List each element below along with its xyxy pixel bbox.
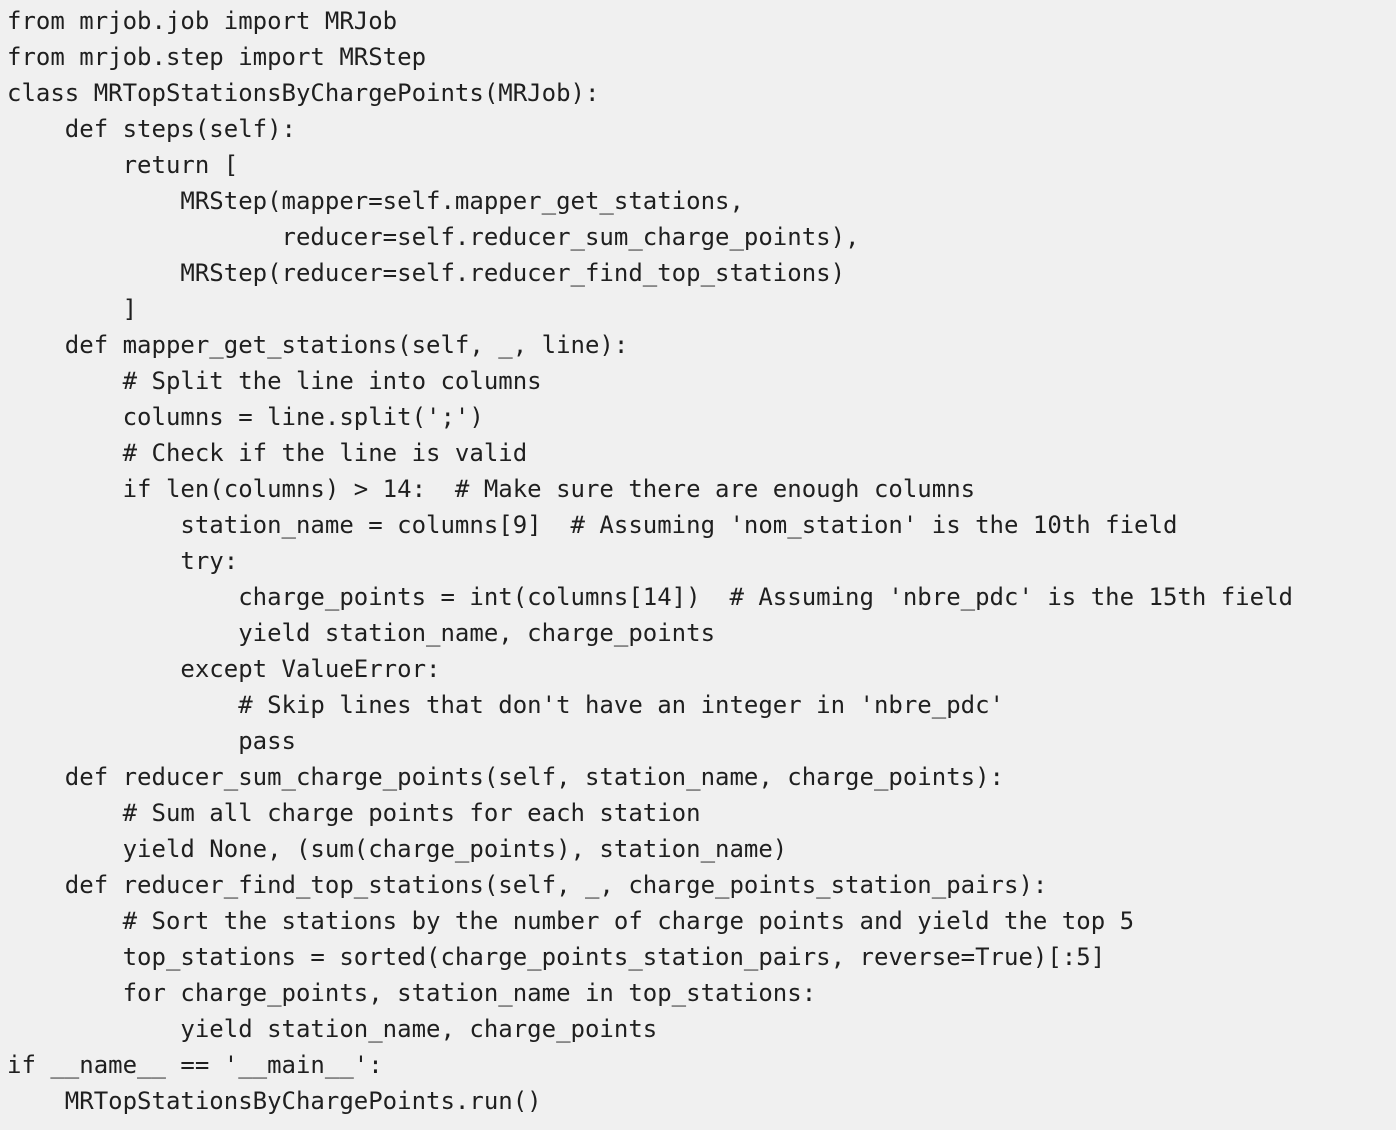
code-line: def reducer_find_top_stations(self, _, c… [7, 871, 1048, 899]
code-line: # Sum all charge points for each station [7, 799, 701, 827]
code-line: # Check if the line is valid [7, 439, 528, 467]
code-line: def reducer_sum_charge_points(self, stat… [7, 763, 1004, 791]
code-line: # Sort the stations by the number of cha… [7, 907, 1135, 935]
code-line: from mrjob.job import MRJob [7, 7, 398, 35]
code-line: def steps(self): [7, 115, 296, 143]
code-line: columns = line.split(';') [7, 403, 484, 431]
code-line: if len(columns) > 14: # Make sure there … [7, 475, 976, 503]
code-line: return [ [7, 151, 239, 179]
code-line: MRStep(reducer=self.reducer_find_top_sta… [7, 259, 846, 287]
code-line: charge_points = int(columns[14]) # Assum… [7, 583, 1293, 611]
code-line: top_stations = sorted(charge_points_stat… [7, 943, 1106, 971]
code-line: station_name = columns[9] # Assuming 'no… [7, 511, 1178, 539]
code-line: except ValueError: [7, 655, 441, 683]
code-line: def mapper_get_stations(self, _, line): [7, 331, 629, 359]
code-block: from mrjob.job import MRJob from mrjob.s… [0, 0, 1396, 1130]
code-line: if __name__ == '__main__': [7, 1051, 383, 1079]
code-line: reducer=self.reducer_sum_charge_points), [7, 223, 860, 251]
code-line: class MRTopStationsByChargePoints(MRJob)… [7, 79, 600, 107]
code-line: ] [7, 295, 138, 323]
code-line: yield station_name, charge_points [7, 1015, 658, 1043]
code-line: MRTopStationsByChargePoints.run() [7, 1087, 542, 1115]
code-line: # Skip lines that don't have an integer … [7, 691, 1004, 719]
code-line: from mrjob.step import MRStep [7, 43, 427, 71]
code-line: yield station_name, charge_points [7, 619, 716, 647]
code-line: for charge_points, station_name in top_s… [7, 979, 817, 1007]
code-line: yield None, (sum(charge_points), station… [7, 835, 788, 863]
code-line: MRStep(mapper=self.mapper_get_stations, [7, 187, 744, 215]
code-line: # Split the line into columns [7, 367, 542, 395]
code-line: pass [7, 727, 296, 755]
code-line: try: [7, 547, 239, 575]
